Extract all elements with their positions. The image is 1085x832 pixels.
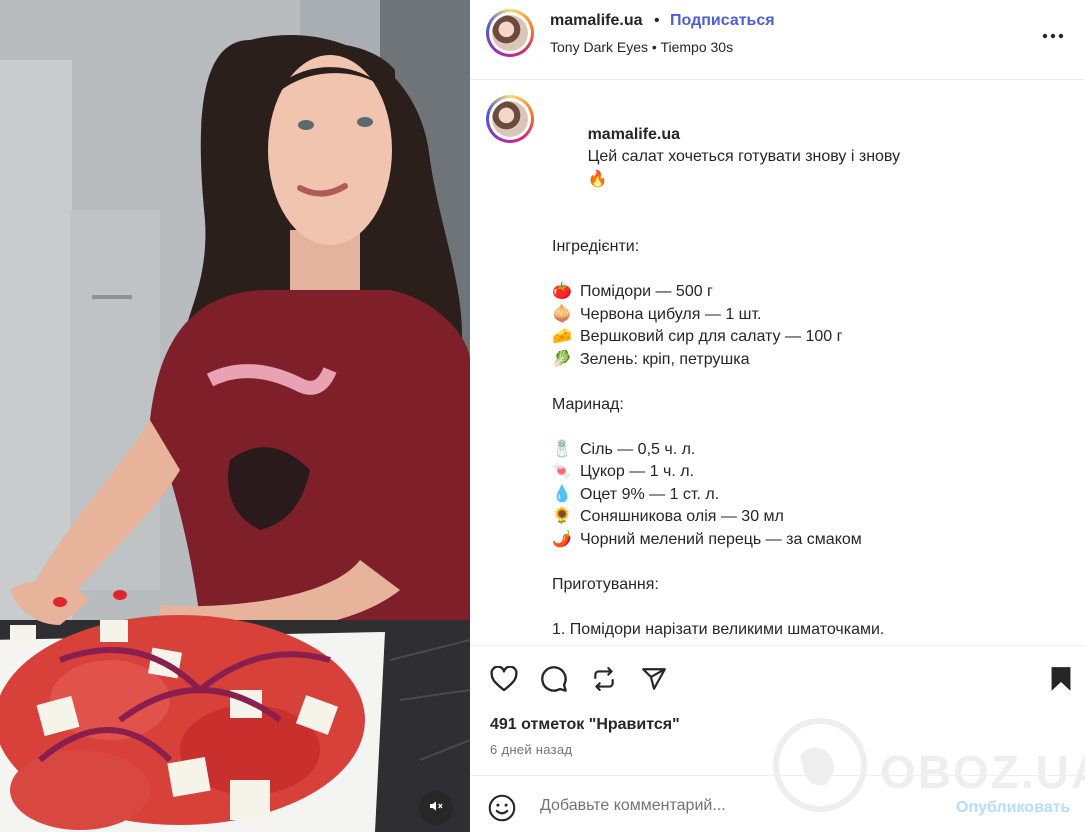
avatar[interactable] (486, 9, 534, 57)
item-text: Сіль — 0,5 ч. л. (580, 440, 696, 458)
item-emoji-icon: 🌻 (552, 508, 572, 525)
marinade-list: 🧂 Сіль — 0,5 ч. л. 🍬 Цукор — 1 ч. л. 💧 Оцет 9… (552, 439, 1052, 552)
marinade-title: Маринад: (552, 395, 624, 413)
send-button[interactable] (634, 661, 674, 701)
separator-dot: • (654, 12, 660, 29)
list-item: 🍅 Помідори — 500 г (552, 281, 1052, 304)
list-item: 🧀 Вершковий сир для салату — 100 г (552, 326, 1052, 349)
bookmark-icon (1049, 666, 1073, 697)
item-emoji-icon: 💧 (552, 485, 572, 503)
preparation-step: 2. Червону цибулю нарізати півкільцями. … (552, 641, 1052, 644)
item-emoji-icon: 🧂 (552, 440, 572, 458)
list-item: 🌻 Соняшникова олія — 30 мл (552, 506, 1052, 529)
post-media[interactable] (0, 0, 470, 832)
heart-icon (490, 664, 518, 697)
item-text: Зелень: кріп, петрушка (580, 350, 750, 368)
comment-button[interactable] (534, 661, 574, 701)
list-item: 🌶️ Чорний мелений перець — за смаком (552, 529, 1052, 552)
smiley-icon (488, 794, 516, 826)
caption-scroll-area[interactable]: mamalife.ua Цей салат хочеться готувати … (470, 81, 1085, 644)
speaker-muted-icon (428, 798, 444, 819)
list-item: 🍬 Цукор — 1 ч. л. (552, 461, 1052, 484)
item-text: Червона цибуля — 1 шт. (580, 305, 762, 323)
likes-count[interactable]: 491 отметок "Нравится" (490, 716, 680, 734)
post-comment-button[interactable]: Опубликовать (956, 799, 1070, 817)
post-caption: mamalife.ua Цей салат хочеться готувати … (552, 101, 1052, 645)
post-timestamp[interactable]: 6 дней назад (490, 742, 572, 757)
repost-button[interactable] (584, 661, 624, 701)
item-emoji-icon: 🌶️ (552, 530, 572, 548)
item-emoji-icon: 🧅 (552, 305, 572, 323)
item-emoji-icon: 🥬 (552, 350, 572, 368)
comment-input[interactable] (540, 794, 940, 818)
item-text: Чорний мелений перець — за смаком (580, 530, 862, 548)
item-text: Вершковий сир для салату — 100 г (580, 328, 843, 345)
comment-bar: Опубликовать (470, 775, 1085, 832)
fire-emoji: 🔥 (587, 170, 608, 188)
send-icon (640, 666, 668, 697)
ingredients-title: Інгредієнти: (552, 238, 640, 255)
list-item: 💧 Оцет 9% — 1 ст. л. (552, 484, 1052, 507)
comment-icon (540, 665, 568, 698)
ingredients-list: 🍅 Помідори — 500 г 🧅 Червона цибуля — 1 шт.… (552, 281, 1052, 371)
preparation-step: 1. Помідори нарізати великими шматочками… (552, 620, 885, 638)
post-panel: mamalife.ua • Подписаться Tony Dark Eyes… (470, 0, 1085, 832)
preparation-steps: 1. Помідори нарізати великими шматочками… (552, 619, 1052, 645)
caption-username[interactable]: mamalife.ua (588, 126, 680, 143)
audio-track-link[interactable]: Tony Dark Eyes • Tiempo 30s (550, 39, 733, 55)
list-item: 🧂 Сіль — 0,5 ч. л. (552, 439, 1052, 462)
more-horizontal-icon (1042, 26, 1064, 44)
item-text: Оцет 9% — 1 ст. л. (580, 485, 720, 503)
save-button[interactable] (1041, 661, 1081, 701)
caption-avatar[interactable] (486, 95, 534, 143)
video-frame-image (0, 0, 470, 832)
emoji-picker-button[interactable] (488, 794, 516, 827)
item-text: Соняшникова олія — 30 мл (580, 508, 784, 525)
more-options-button[interactable] (1038, 20, 1068, 50)
author-username[interactable]: mamalife.ua (550, 12, 642, 30)
action-bar (470, 645, 1085, 715)
like-button[interactable] (484, 661, 524, 701)
list-item: 🥬 Зелень: кріп, петрушка (552, 349, 1052, 372)
item-emoji-icon: 🍬 (552, 463, 572, 480)
item-text: Помідори — 500 г (580, 283, 713, 300)
post-header: mamalife.ua • Подписаться Tony Dark Eyes… (470, 0, 1085, 80)
caption-intro: Цей салат хочеться готувати знову і знов… (587, 148, 901, 165)
item-emoji-icon: 🍅 (552, 283, 572, 300)
preparation-title: Приготування: (552, 575, 659, 593)
mute-button[interactable] (419, 791, 453, 825)
repost-icon (591, 666, 617, 697)
list-item: 🧅 Червона цибуля — 1 шт. (552, 304, 1052, 327)
follow-button[interactable]: Подписаться (670, 12, 775, 30)
item-text: Цукор — 1 ч. л. (580, 463, 695, 480)
item-emoji-icon: 🧀 (552, 328, 572, 345)
